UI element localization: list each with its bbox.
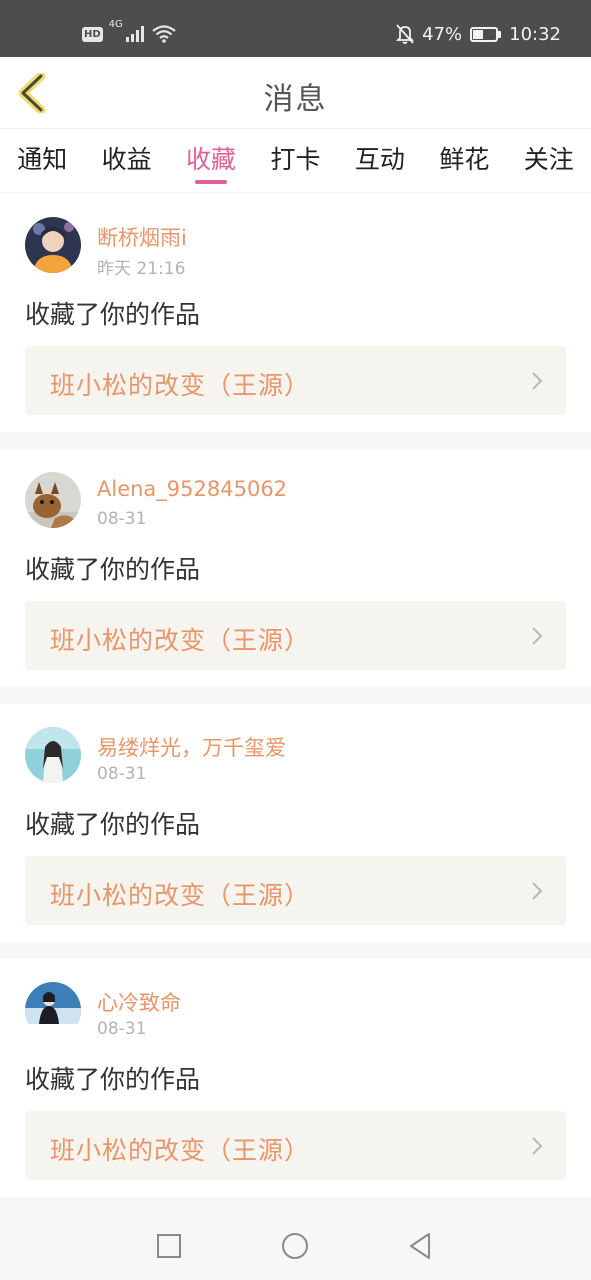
tab-label: 收藏 [186,145,237,174]
work-link[interactable]: 班小松的改变（王源） [25,601,566,670]
chevron-right-icon [532,627,543,645]
work-title: 班小松的改变（王源） [50,1136,311,1165]
message-card: Alena_952845062 08-31 收藏了你的作品 班小松的改变（王源） [0,449,591,687]
battery-icon [470,26,502,42]
username[interactable]: Alena_952845062 [97,477,287,501]
action-text: 收藏了你的作品 [25,300,201,329]
action-text: 收藏了你的作品 [25,1065,201,1094]
work-title: 班小松的改变（王源） [50,626,311,655]
system-nav-bar [0,1210,591,1280]
battery-percent: 47% [422,23,463,45]
clock: 10:32 [509,23,561,45]
avatar[interactable] [25,217,81,273]
message-list: 断桥烟雨i 昨天 21:16 收藏了你的作品 班小松的改变（王源） Alena_… [0,194,591,1210]
tab-label: 打卡 [270,145,321,174]
back-icon [410,1233,430,1259]
status-right: 47% 10:32 [396,21,561,47]
tab-label: 收益 [101,145,152,174]
tab-follows[interactable]: 关注 [507,129,591,192]
nav-back-button[interactable] [406,1232,434,1260]
wifi-icon [152,25,176,43]
recent-apps-icon [157,1234,181,1258]
signal-icon [125,26,144,42]
hd-badge: HD [82,26,103,42]
work-link[interactable]: 班小松的改变（王源） [25,1111,566,1180]
action-text: 收藏了你的作品 [25,555,201,584]
tab-label: 互动 [354,145,405,174]
tab-favorites[interactable]: 收藏 [169,129,253,192]
username[interactable]: 心冷致命 [97,987,181,1017]
avatar[interactable] [25,727,81,783]
message-card: 断桥烟雨i 昨天 21:16 收藏了你的作品 班小松的改变（王源） [0,194,591,432]
username[interactable]: 断桥烟雨i [97,222,187,252]
status-left: HD 4G [82,19,176,47]
tab-label: 鲜花 [439,145,490,174]
work-link[interactable]: 班小松的改变（王源） [25,856,566,925]
username[interactable]: 易缕烊光，万千玺爱 [97,732,286,762]
avatar[interactable] [25,982,81,1038]
timestamp: 08-31 [97,764,147,784]
timestamp: 08-31 [97,509,147,529]
active-tab-indicator [195,180,228,184]
network-type: 4G [108,19,123,30]
tab-bar: 通知 收益 收藏 打卡 互动 鲜花 关注 [0,129,591,193]
work-title: 班小松的改变（王源） [50,881,311,910]
home-button[interactable] [281,1232,309,1260]
message-card: 易缕烊光，万千玺爱 08-31 收藏了你的作品 班小松的改变（王源） [0,704,591,942]
chevron-right-icon [532,1137,543,1155]
tab-flowers[interactable]: 鲜花 [422,129,506,192]
tab-label: 关注 [523,145,574,174]
timestamp: 08-31 [97,1019,147,1039]
message-card: 心冷致命 08-31 收藏了你的作品 班小松的改变（王源） [0,959,591,1197]
tab-checkin[interactable]: 打卡 [253,129,337,192]
home-icon [282,1233,308,1259]
chevron-right-icon [532,372,543,390]
tab-label: 通知 [17,145,68,174]
header: 消息 [0,57,591,129]
status-bar: HD 4G 47% 10:32 [0,0,591,57]
action-text: 收藏了你的作品 [25,810,201,839]
page-title: 消息 [263,82,328,117]
chevron-right-icon [532,882,543,900]
tab-interaction[interactable]: 互动 [338,129,422,192]
work-title: 班小松的改变（王源） [50,371,311,400]
timestamp: 昨天 21:16 [97,259,186,279]
tab-notifications[interactable]: 通知 [0,129,84,192]
tab-earnings[interactable]: 收益 [84,129,168,192]
mute-bell-icon [396,24,415,44]
avatar[interactable] [25,472,81,528]
battery-level [473,29,484,39]
recent-apps-button[interactable] [155,1232,183,1260]
work-link[interactable]: 班小松的改变（王源） [25,346,566,415]
